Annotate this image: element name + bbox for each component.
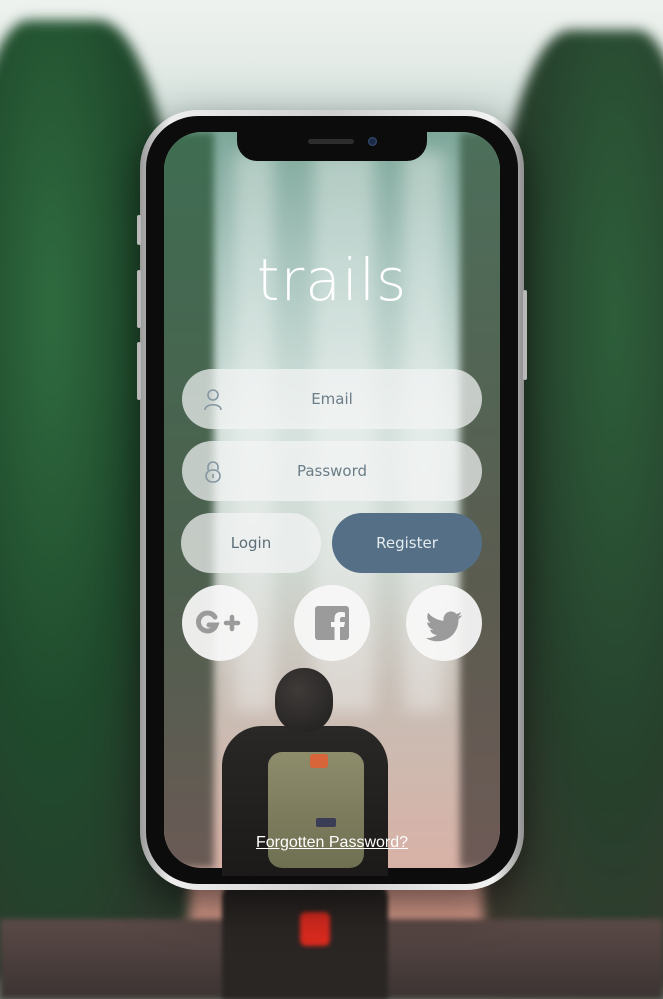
hiker-beanie (275, 668, 333, 732)
email-placeholder: Email (311, 390, 353, 408)
phone-volume-down (137, 342, 141, 400)
hiker-backpack-patch (316, 818, 336, 827)
google-plus-button[interactable] (182, 585, 258, 661)
facebook-button[interactable] (294, 585, 370, 661)
password-placeholder: Password (296, 462, 368, 480)
register-button[interactable]: Register (332, 513, 482, 573)
app-title: trails (256, 246, 408, 314)
email-field[interactable]: Email (182, 369, 482, 429)
background-red-light (300, 912, 330, 946)
google-plus-icon (196, 610, 241, 634)
phone-volume-up (137, 270, 141, 328)
phone-silent-switch (137, 215, 141, 245)
twitter-button[interactable] (406, 585, 482, 661)
facebook-icon (315, 606, 349, 640)
phone-power-button (523, 290, 527, 380)
phone-speaker (308, 139, 354, 144)
password-field[interactable]: Password (182, 441, 482, 501)
forgot-password-link[interactable]: Forgotten Password? (164, 834, 500, 852)
twitter-icon (425, 611, 463, 642)
login-button[interactable]: Login (181, 513, 321, 573)
hiker-backpack-strap (310, 754, 328, 768)
phone-camera (368, 137, 377, 146)
